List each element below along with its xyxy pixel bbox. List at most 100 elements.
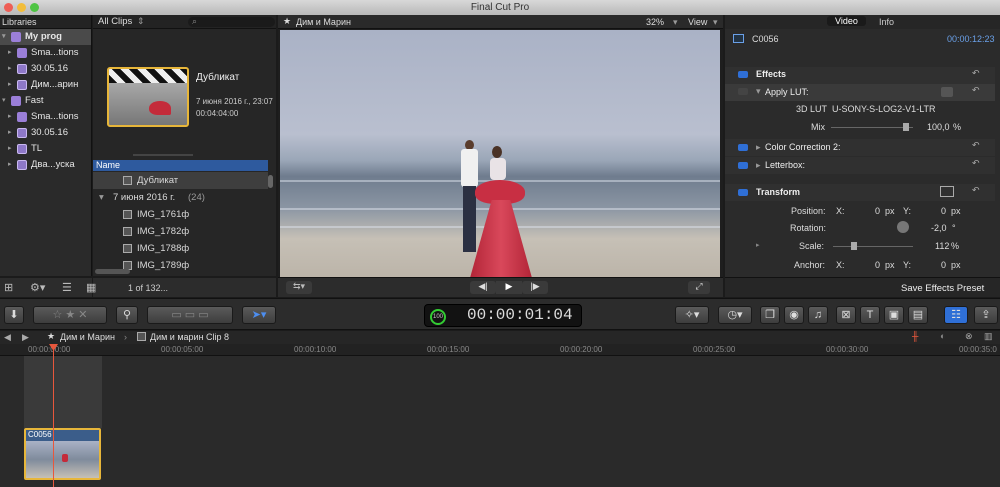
generators-icon[interactable]: ▣ xyxy=(884,306,904,324)
search-input[interactable]: ⌕ xyxy=(188,16,275,27)
chevron-updown-icon[interactable]: ⇕ xyxy=(137,16,145,27)
titles-icon[interactable]: T xyxy=(860,306,880,324)
timeline-ruler[interactable]: 00:00:00:00 00:00:05:00 00:00:10:00 00:00:1… xyxy=(0,344,1000,356)
library-item[interactable]: ▾ My prog xyxy=(0,29,91,45)
mix-value[interactable]: 100,0 xyxy=(927,122,950,132)
clip-appearance-icon[interactable]: ▥ xyxy=(984,331,993,342)
snapping-icon[interactable]: ⊗ xyxy=(965,331,973,342)
close-window-icon[interactable] xyxy=(4,3,13,12)
name-column-header[interactable]: Name xyxy=(93,160,268,171)
zoom-dropdown[interactable]: 32% xyxy=(646,17,664,27)
clip-filter-dropdown[interactable]: All Clips xyxy=(98,16,132,27)
library-item[interactable]: ▸ Sma...tions xyxy=(0,45,91,61)
fullscreen-icon[interactable]: ⤢ xyxy=(688,281,710,294)
disclosure-triangle-icon[interactable]: ▸ xyxy=(756,142,761,153)
disclosure-triangle-icon[interactable]: ▸ xyxy=(8,157,12,173)
color-correction-toggle[interactable] xyxy=(738,144,748,151)
library-item[interactable]: ▸ Два...уска xyxy=(0,157,91,173)
video-frame[interactable] xyxy=(280,30,720,291)
timeline-area[interactable] xyxy=(0,356,1000,487)
chevron-down-icon[interactable]: ▾ xyxy=(673,17,678,28)
solo-icon[interactable]: ◐ xyxy=(940,331,945,341)
themes-icon[interactable]: ▤ xyxy=(908,306,928,324)
list-item[interactable]: IMG_1761ф xyxy=(93,206,268,223)
reset-icon[interactable]: ↶ xyxy=(972,85,980,96)
apply-lut-toggle[interactable] xyxy=(738,88,748,95)
music-icon[interactable]: ♫ xyxy=(808,306,828,324)
library-item[interactable]: ▸ 30.05.16 xyxy=(0,61,91,77)
back-arrow-icon[interactable]: ◀ xyxy=(4,332,11,343)
edit-buttons[interactable]: ▭ ▭ ▭ xyxy=(147,306,233,324)
library-item[interactable]: ▸ Дим...арин xyxy=(0,77,91,93)
tab-info[interactable]: Info xyxy=(879,17,894,27)
reset-icon[interactable]: ↶ xyxy=(972,185,980,196)
letterbox-toggle[interactable] xyxy=(738,162,748,169)
disclosure-triangle-icon[interactable]: ▸ xyxy=(8,141,12,157)
disclosure-triangle-icon[interactable]: ▾ xyxy=(756,86,761,97)
breadcrumb-project[interactable]: Дим и Марин xyxy=(60,332,115,342)
preset-menu-button[interactable] xyxy=(941,87,953,97)
playhead[interactable] xyxy=(49,344,58,487)
timeline-clip[interactable]: C0056 xyxy=(24,428,101,480)
reset-icon[interactable]: ↶ xyxy=(972,158,980,169)
disclosure-triangle-icon[interactable]: ▸ xyxy=(756,160,761,171)
transform-onscreen-icon[interactable] xyxy=(940,186,954,197)
breadcrumb-clip[interactable]: Дим и марин Clip 8 xyxy=(150,332,229,342)
camera-icon[interactable]: ◉ xyxy=(784,306,804,324)
scale-slider-handle[interactable] xyxy=(851,242,857,250)
disclosure-triangle-icon[interactable]: ▸ xyxy=(8,45,12,61)
disclosure-triangle-icon[interactable]: ▸ xyxy=(756,241,760,249)
project-thumbnail[interactable] xyxy=(107,67,189,127)
disclosure-triangle-icon[interactable]: ▾ xyxy=(2,93,6,109)
library-item[interactable]: ▾ Fast xyxy=(0,93,91,109)
view-dropdown[interactable]: View xyxy=(688,17,707,27)
transform-menu-button[interactable]: ⇆▾ xyxy=(286,281,312,294)
inspector-toggle-icon[interactable]: ☷ xyxy=(944,306,968,324)
share-icon[interactable]: ⇪ xyxy=(974,306,998,324)
disclosure-triangle-icon[interactable]: ▾ xyxy=(2,29,6,45)
horizontal-scrollbar[interactable] xyxy=(95,269,130,274)
list-item[interactable]: ▾ 7 июня 2016 г. (24) xyxy=(93,189,268,206)
reset-icon[interactable]: ↶ xyxy=(972,68,980,79)
select-tool-icon[interactable]: ➤▾ xyxy=(242,306,276,324)
position-x-value[interactable]: 0 xyxy=(875,206,880,216)
library-item[interactable]: ▸ TL xyxy=(0,141,91,157)
tab-video[interactable]: Video xyxy=(827,16,866,26)
previous-frame-button[interactable]: ◀| xyxy=(470,281,496,294)
transform-toggle[interactable] xyxy=(738,189,748,196)
library-item[interactable]: ▸ Sma...tions xyxy=(0,109,91,125)
chevron-down-icon[interactable]: ▾ xyxy=(713,17,718,28)
disclosure-triangle-icon[interactable]: ▸ xyxy=(8,77,12,93)
list-scrollbar[interactable] xyxy=(268,175,273,188)
keyword-icon[interactable]: ⚲ xyxy=(116,306,138,324)
audio-skimming-icon[interactable]: ╫ xyxy=(912,331,918,341)
anchor-x-value[interactable]: 0 xyxy=(875,260,880,270)
rotation-dial[interactable] xyxy=(897,221,909,233)
new-library-icon[interactable]: ⊞ xyxy=(4,281,13,294)
list-item[interactable]: IMG_1788ф xyxy=(93,240,268,257)
settings-gear-icon[interactable]: ⚙▾ xyxy=(30,281,45,294)
mix-slider[interactable] xyxy=(831,127,913,128)
zoom-window-icon[interactable] xyxy=(30,3,39,12)
next-frame-button[interactable]: |▶ xyxy=(522,281,548,294)
scale-slider[interactable] xyxy=(833,246,913,247)
transitions-icon[interactable]: ⊠ xyxy=(836,306,856,324)
disclosure-triangle-icon[interactable]: ▸ xyxy=(8,61,12,77)
position-y-value[interactable]: 0 xyxy=(941,206,946,216)
mix-slider-handle[interactable] xyxy=(903,123,909,131)
timecode-display[interactable]: 100 00:00:01:04 xyxy=(424,304,582,327)
list-item[interactable]: Дубликат xyxy=(93,172,268,189)
library-item[interactable]: ▸ 30.05.16 xyxy=(0,125,91,141)
disclosure-triangle-icon[interactable]: ▸ xyxy=(8,109,12,125)
rotation-value[interactable]: -2,0 xyxy=(931,223,947,233)
rating-buttons[interactable]: ☆ ★ ✕ xyxy=(33,306,107,324)
import-icon[interactable]: ⬇ xyxy=(4,306,24,324)
minimize-window-icon[interactable] xyxy=(17,3,26,12)
retime-icon[interactable]: ◷▾ xyxy=(718,306,752,324)
disclosure-triangle-icon[interactable]: ▸ xyxy=(8,125,12,141)
lut-dropdown[interactable]: U-SONY-S-LOG2-V1-LTR xyxy=(832,104,936,114)
list-view-icon[interactable]: ☰ xyxy=(62,281,72,294)
reset-icon[interactable]: ↶ xyxy=(972,140,980,151)
play-button[interactable]: ▶ xyxy=(496,281,522,294)
media-browser-icon[interactable]: ❐ xyxy=(760,306,780,324)
